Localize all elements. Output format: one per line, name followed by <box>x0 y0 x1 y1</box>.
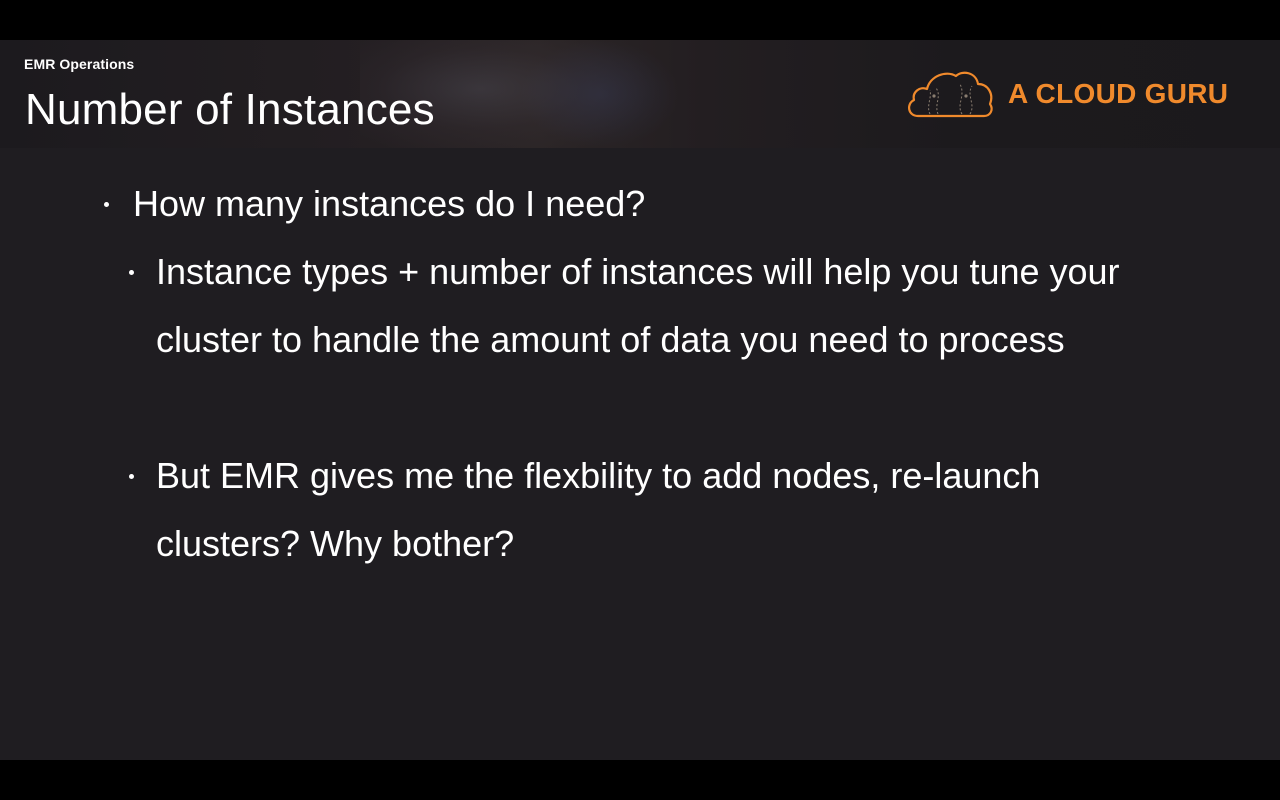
bullet-dot <box>129 474 134 479</box>
slide-content: How many instances do I need? Instance t… <box>0 148 1280 760</box>
letterbox-top <box>0 0 1280 40</box>
a-cloud-guru-logo: A CLOUD GURU <box>904 66 1228 122</box>
presenter-background-shirt <box>520 40 680 148</box>
video-frame: EMR Operations Number of Instances A CLO… <box>0 0 1280 800</box>
sub-bullet-text: Instance types + number of instances wil… <box>156 251 1120 360</box>
sub-bullet-item: Instance types + number of instances wil… <box>129 238 1156 374</box>
slide: EMR Operations Number of Instances A CLO… <box>0 40 1280 760</box>
bullet-dot <box>104 202 109 207</box>
logo-wordmark: A CLOUD GURU <box>1008 78 1229 109</box>
bullet-item: How many instances do I need? <box>104 170 646 238</box>
cloud-icon <box>904 66 996 122</box>
slide-title: Number of Instances <box>25 85 435 134</box>
letterbox-bottom <box>0 760 1280 800</box>
sub-bullet-item: But EMR gives me the flexbility to add n… <box>129 442 1156 578</box>
bullet-text: How many instances do I need? <box>133 183 646 224</box>
course-section-label: EMR Operations <box>24 56 135 72</box>
slide-header: EMR Operations Number of Instances A CLO… <box>0 40 1280 148</box>
sub-bullet-text: But EMR gives me the flexbility to add n… <box>156 455 1041 564</box>
bullet-dot <box>129 270 134 275</box>
